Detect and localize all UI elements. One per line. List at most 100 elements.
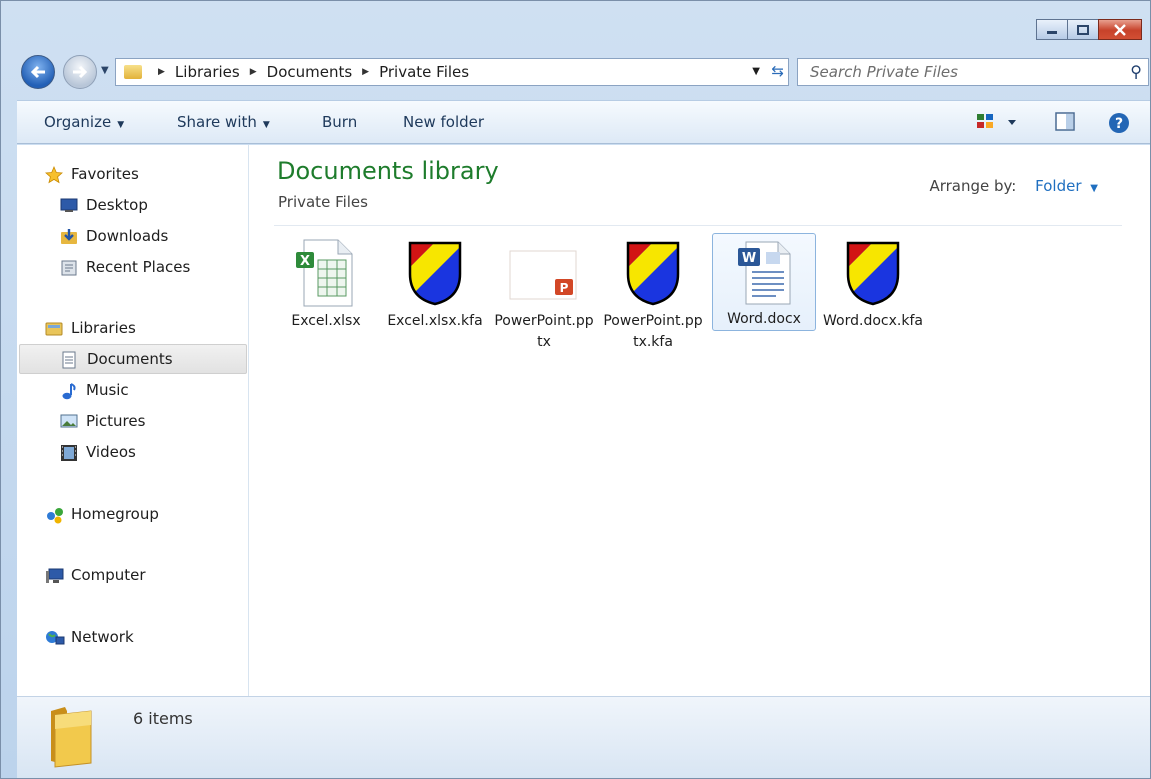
preview-pane-icon	[1055, 112, 1075, 131]
svg-text:P: P	[560, 281, 569, 295]
breadcrumb-libraries[interactable]: Libraries	[175, 63, 240, 81]
nav-desktop-label: Desktop	[86, 196, 148, 214]
nav-documents-label: Documents	[87, 350, 173, 368]
arrange-by-dropdown[interactable]: Folder	[1035, 177, 1081, 195]
new-folder-button[interactable]: New folder	[403, 113, 484, 131]
change-view-button[interactable]	[975, 111, 1021, 137]
library-subtitle: Private Files	[278, 193, 368, 211]
chevron-down-icon: ▼	[262, 120, 270, 130]
file-name: PowerPoint.pptx.kfa	[603, 313, 703, 350]
back-arrow-icon	[30, 65, 45, 79]
organize-label: Organize	[44, 113, 112, 131]
desktop-icon	[60, 197, 78, 213]
recent-places-icon	[60, 259, 78, 276]
file-item-word-kfa[interactable]: Word.docx.kfa	[821, 233, 925, 355]
nav-homegroup-label: Homegroup	[71, 505, 159, 523]
maximize-button[interactable]	[1067, 19, 1099, 40]
breadcrumb-documents[interactable]: Documents	[267, 63, 353, 81]
powerpoint-icon: P	[509, 237, 579, 309]
help-button[interactable]: ?	[1107, 111, 1131, 139]
search-input[interactable]	[798, 59, 1108, 85]
computer-icon	[45, 567, 64, 583]
nav-favorites[interactable]: Favorites	[45, 159, 275, 189]
item-count: 6 items	[133, 709, 193, 728]
shield-icon	[618, 237, 688, 309]
file-name: Excel.xlsx	[291, 313, 361, 329]
maximize-icon	[1077, 24, 1089, 35]
address-row: ▼ ▶ Libraries ▶ Documents ▶ Private File…	[19, 53, 1149, 91]
shield-icon	[400, 237, 470, 309]
file-name: Word.docx	[727, 311, 801, 327]
file-name: Excel.xlsx.kfa	[387, 313, 483, 329]
nav-recent-places-label: Recent Places	[86, 258, 191, 276]
command-bar: Organize ▼ Share with ▼ Burn New folder ?	[17, 100, 1150, 144]
nav-homegroup[interactable]: Homegroup	[45, 499, 275, 529]
libraries-icon	[45, 320, 63, 336]
close-button[interactable]	[1098, 19, 1142, 40]
window-controls	[1036, 19, 1142, 40]
nav-computer[interactable]: Computer	[45, 560, 275, 590]
nav-downloads-label: Downloads	[86, 227, 169, 245]
view-icon	[977, 114, 1016, 128]
breadcrumb: ▶ Libraries ▶ Documents ▶ Private Files	[148, 63, 469, 81]
videos-icon	[60, 444, 78, 461]
file-name: PowerPoint.pptx	[494, 313, 594, 350]
folder-icon	[51, 707, 92, 768]
close-icon	[1114, 23, 1126, 36]
forward-arrow-icon	[73, 65, 88, 79]
file-item-excel[interactable]: X Excel.xlsx	[274, 233, 378, 355]
nav-computer-label: Computer	[71, 566, 146, 584]
file-name: Word.docx.kfa	[823, 313, 923, 329]
nav-documents[interactable]: Documents	[19, 344, 247, 374]
content-pane: Documents library Private Files Arrange …	[250, 145, 1150, 696]
search-icon[interactable]: ⚲	[1130, 62, 1142, 81]
breadcrumb-private-files[interactable]: Private Files	[379, 63, 469, 81]
minimize-button[interactable]	[1036, 19, 1068, 40]
address-dropdown-icon[interactable]: ▼	[752, 66, 760, 77]
title-bar	[1, 1, 1151, 45]
preview-pane-button[interactable]	[1054, 111, 1078, 137]
burn-button[interactable]: Burn	[322, 113, 357, 131]
nav-libraries-label: Libraries	[71, 319, 136, 337]
network-icon	[45, 629, 65, 645]
navigation-pane: Favorites Desktop Downloads Recent Place…	[17, 145, 249, 696]
chevron-right-icon[interactable]: ▶	[250, 67, 257, 77]
shield-icon	[838, 237, 908, 309]
arrange-by: Arrange by: Folder ▼	[929, 177, 1098, 195]
star-icon	[45, 165, 63, 184]
svg-text:W: W	[742, 251, 756, 266]
page-title: Documents library	[277, 157, 499, 185]
address-bar[interactable]: ▶ Libraries ▶ Documents ▶ Private Files …	[115, 58, 789, 86]
folder-icon	[124, 65, 142, 79]
back-button[interactable]	[21, 55, 55, 89]
nav-pictures-label: Pictures	[86, 412, 146, 430]
recent-pages-dropdown[interactable]: ▼	[101, 65, 109, 76]
chevron-right-icon[interactable]: ▶	[158, 67, 165, 77]
arrange-by-label: Arrange by:	[929, 177, 1017, 195]
nav-libraries[interactable]: Libraries	[45, 313, 275, 343]
nav-network[interactable]: Network	[45, 622, 275, 652]
file-item-word[interactable]: W Word.docx	[712, 233, 816, 331]
documents-icon	[61, 351, 79, 369]
nav-music-label: Music	[86, 381, 129, 399]
status-bar: 6 items	[17, 696, 1150, 778]
explorer-window: ▼ ▶ Libraries ▶ Documents ▶ Private File…	[0, 0, 1151, 779]
chevron-down-icon: ▼	[117, 120, 125, 130]
chevron-down-icon[interactable]: ▼	[1090, 183, 1098, 194]
minimize-icon	[1047, 30, 1057, 34]
chevron-right-icon[interactable]: ▶	[362, 67, 369, 77]
forward-button[interactable]	[63, 55, 97, 89]
file-item-powerpoint[interactable]: P PowerPoint.pptx	[492, 233, 596, 355]
nav-videos-label: Videos	[86, 443, 136, 461]
organize-button[interactable]: Organize ▼	[44, 113, 124, 131]
search-box: ⚲	[797, 58, 1149, 86]
excel-icon: X	[291, 237, 361, 309]
svg-text:X: X	[300, 254, 310, 269]
file-item-powerpoint-kfa[interactable]: PowerPoint.pptx.kfa	[601, 233, 705, 355]
downloads-icon	[60, 228, 78, 244]
file-item-excel-kfa[interactable]: Excel.xlsx.kfa	[383, 233, 487, 355]
share-with-button[interactable]: Share with ▼	[177, 113, 270, 131]
refresh-icon[interactable]: ⇆	[771, 62, 784, 80]
nav-network-label: Network	[71, 628, 134, 646]
music-icon	[60, 382, 78, 400]
